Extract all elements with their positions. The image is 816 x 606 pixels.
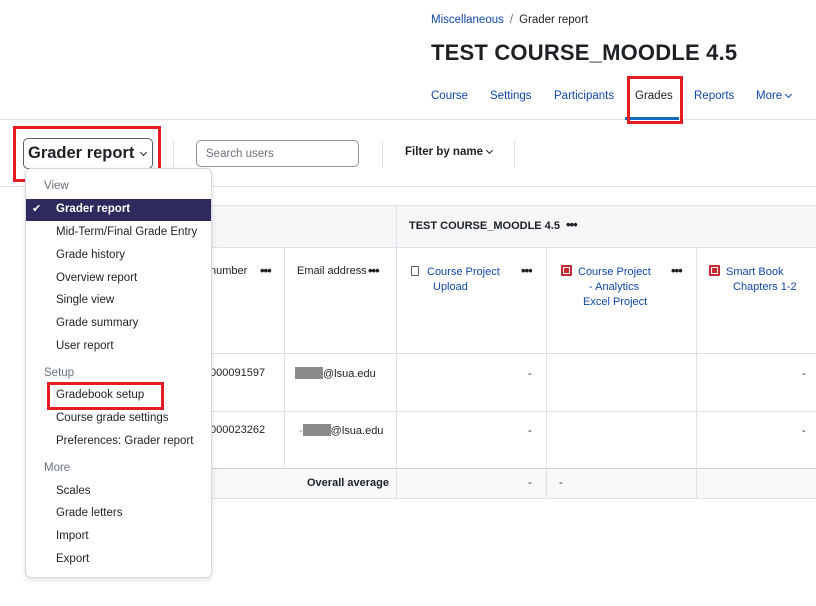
category-title: TEST COURSE_MOODLE 4.5 — [409, 220, 560, 232]
toolbar-divider — [173, 140, 174, 168]
breadcrumb-separator: / — [509, 14, 514, 26]
breadcrumb-link-miscellaneous[interactable]: Miscellaneous — [431, 14, 504, 26]
toolbar-divider — [382, 140, 383, 168]
table-border — [210, 247, 816, 248]
column-header-course-project-upload[interactable]: Course Project Upload — [411, 265, 536, 295]
course-nav: Course Settings Participants Grades Repo… — [0, 84, 816, 120]
id-number-cell: 000091597 — [210, 367, 266, 379]
grade-cell[interactable]: - — [528, 368, 532, 380]
dropdown-section-setup: Setup — [44, 367, 75, 379]
highlight-grades-tab — [627, 76, 683, 124]
email-suffix: @lsua.edu — [323, 368, 376, 380]
menu-item-grade-history[interactable]: Grade history — [26, 245, 211, 267]
breadcrumb: Miscellaneous / Grader report — [431, 14, 588, 26]
more-dots-icon[interactable]: ••• — [260, 263, 272, 278]
table-border — [284, 247, 285, 469]
email-cell: - @lsua.edu — [299, 424, 383, 437]
breadcrumb-current: Grader report — [519, 14, 589, 26]
grade-item-title: - Analytics — [589, 281, 640, 293]
grade-cell[interactable]: - — [802, 425, 806, 437]
chevron-down-icon — [485, 146, 494, 155]
grade-item-icon — [561, 265, 572, 276]
menu-item-export[interactable]: Export — [26, 549, 211, 571]
column-header-smart-book[interactable]: Smart Book Chapters 1-2 — [709, 265, 814, 295]
table-border — [546, 247, 547, 499]
more-dots-icon[interactable]: ••• — [521, 263, 533, 278]
table-border — [210, 411, 816, 412]
grade-item-icon — [709, 265, 720, 276]
table-border — [210, 498, 816, 499]
column-header-email: Email address — [297, 265, 367, 277]
nav-course[interactable]: Course — [431, 90, 468, 102]
grade-item-title: Course Project — [578, 266, 651, 278]
page-title: TEST COURSE_MOODLE 4.5 — [431, 40, 738, 65]
grade-item-title: Smart Book — [726, 266, 784, 278]
table-border — [210, 205, 816, 206]
overall-average-value: - — [559, 477, 563, 489]
overall-average-value: - — [528, 477, 532, 489]
table-border — [396, 205, 397, 247]
nav-more-label: More — [756, 90, 783, 102]
file-icon — [411, 266, 419, 276]
redacted-email — [295, 367, 323, 379]
toolbar-divider — [514, 140, 515, 168]
overall-average-label: Overall average — [307, 477, 389, 489]
menu-item-grader-report[interactable]: ✔ Grader report — [26, 199, 211, 221]
filter-by-name-button[interactable]: Filter by name — [405, 146, 494, 158]
dropdown-section-more: More — [44, 462, 71, 474]
nav-participants[interactable]: Participants — [554, 90, 614, 102]
id-number-cell: 000023262 — [210, 424, 266, 436]
email-cell: @lsua.edu — [295, 367, 376, 380]
menu-item-course-grade-settings[interactable]: Course grade settings — [26, 408, 211, 430]
dropdown-section-view: View — [44, 180, 69, 192]
filter-by-name-label: Filter by name — [405, 146, 483, 158]
table-border — [210, 353, 816, 354]
nav-more[interactable]: More — [756, 90, 793, 102]
email-suffix: @lsua.edu — [330, 425, 384, 437]
grade-cell[interactable]: - — [802, 368, 806, 380]
overall-average-row — [210, 469, 816, 498]
grade-item-title: Excel Project — [583, 296, 648, 308]
grade-item-title: Course Project — [427, 266, 500, 278]
report-selector-dropdown: View ✔ Grader report Mid-Term/Final Grade… — [25, 168, 212, 578]
more-dots-icon[interactable]: ••• — [566, 217, 578, 232]
menu-item-overview-report[interactable]: Overview report — [26, 268, 211, 290]
menu-item-preferences-grader-report[interactable]: Preferences: Grader report — [26, 431, 211, 453]
menu-item-mid-term-final[interactable]: Mid-Term/Final Grade Entry — [26, 222, 211, 244]
menu-item-import[interactable]: Import — [26, 526, 211, 548]
chevron-down-icon — [785, 90, 793, 99]
redacted-email — [302, 424, 331, 436]
grade-item-title: Chapters 1-2 — [733, 281, 797, 293]
menu-item-single-view[interactable]: Single view — [26, 290, 211, 312]
more-dots-icon[interactable]: ••• — [368, 263, 380, 278]
grade-item-title: Upload — [433, 281, 468, 293]
menu-item-user-report[interactable]: User report — [26, 336, 211, 358]
nav-settings[interactable]: Settings — [490, 90, 532, 102]
highlight-gradebook-setup — [47, 382, 164, 410]
grade-cell[interactable]: - — [528, 425, 532, 437]
search-users-input[interactable] — [196, 140, 359, 167]
check-icon: ✔ — [32, 203, 42, 215]
column-header-id-number: number — [210, 265, 248, 277]
menu-item-label: Grader report — [56, 203, 131, 215]
menu-item-scales[interactable]: Scales — [26, 481, 211, 503]
more-dots-icon[interactable]: ••• — [671, 263, 683, 278]
grader-table: TEST COURSE_MOODLE 4.5 ••• number ••• Em… — [210, 205, 816, 499]
nav-reports[interactable]: Reports — [694, 90, 734, 102]
table-border — [696, 247, 697, 499]
menu-item-grade-summary[interactable]: Grade summary — [26, 313, 211, 335]
menu-item-grade-letters[interactable]: Grade letters — [26, 503, 211, 525]
table-border — [396, 247, 397, 499]
